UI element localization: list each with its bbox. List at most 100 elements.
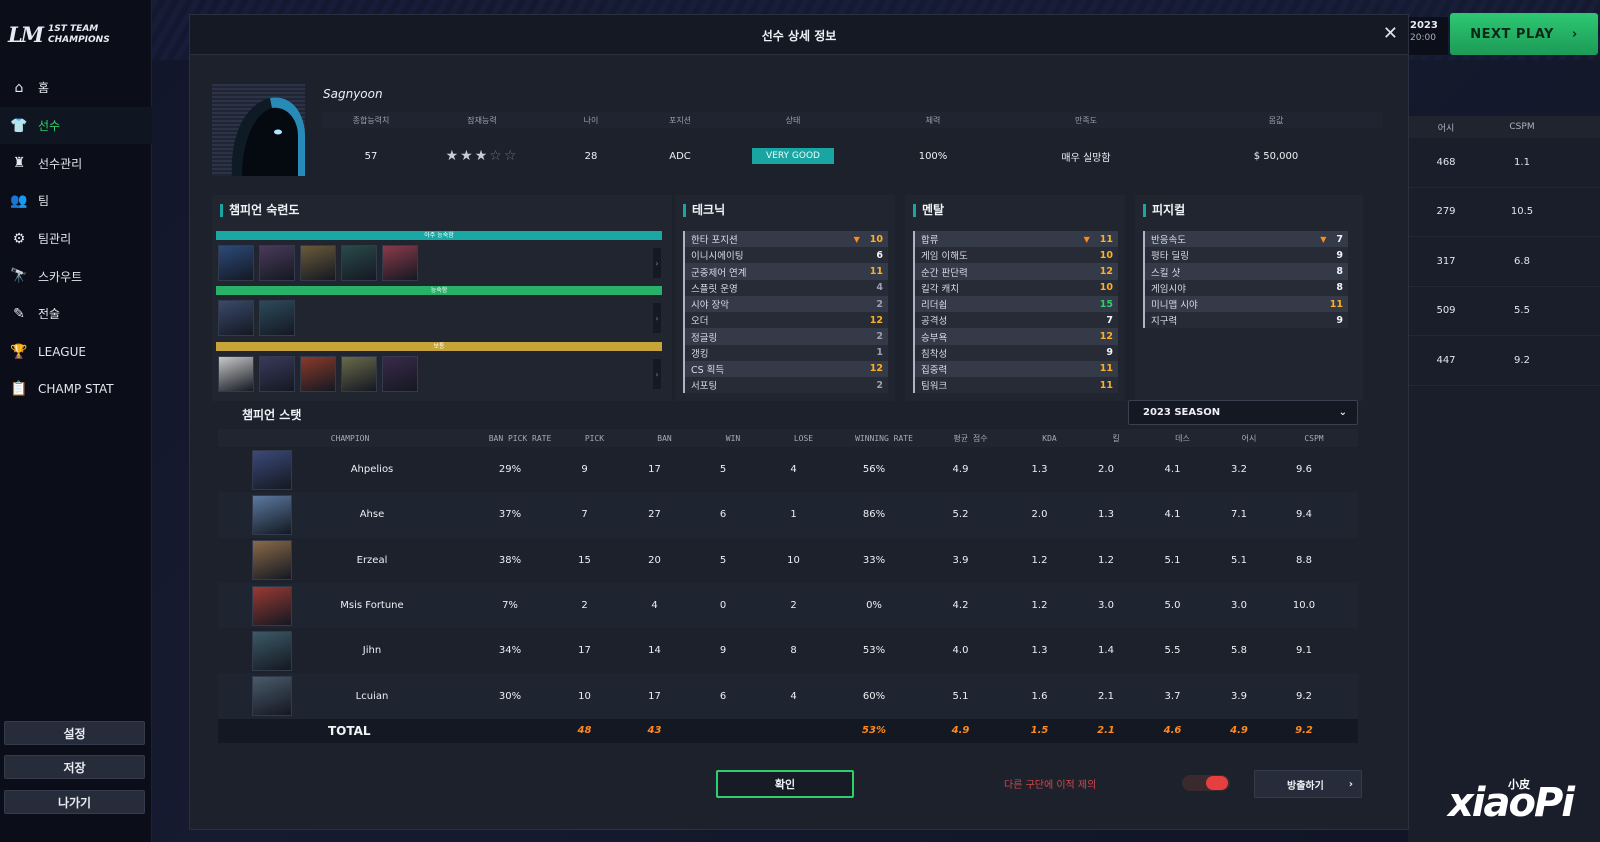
background-row: 509 5.5 [1408,287,1600,336]
release-button[interactable]: 방출하기 › [1254,770,1362,798]
champion-thumbnail[interactable] [300,356,336,392]
attribute-value-cell: 12 [870,315,883,326]
chevron-right-icon[interactable]: › [653,359,661,389]
champion-thumbnail[interactable] [218,245,254,281]
stat-kill: 3.0 [1098,600,1114,612]
mastery-title: 챔피언 숙련도 [220,204,299,217]
table-row[interactable]: Ahse 37% 7 27 6 1 86% 5.2 2.0 1.3 4.1 7.1 9.4 [218,492,1358,538]
confirm-button[interactable]: 확인 [716,770,854,798]
star-icon: ★ [460,148,475,164]
toggle-knob [1206,776,1228,790]
attribute-value-cell: 1 [876,347,883,358]
star-icon: ☆ [489,148,504,164]
sidebar-item-5[interactable]: 🔭 스카우트 [0,257,152,295]
sidebar-item-label: 팀관리 [38,232,72,247]
stat-lose: 4 [790,464,797,476]
stat-win: 5 [719,464,727,476]
stat-avg_score: 4.2 [952,600,969,612]
status-badge: VERY GOOD [752,148,834,164]
next-play-button[interactable]: NEXT PLAY › [1450,13,1598,55]
stat-kill: 2.1 [1098,690,1114,702]
season-selected-value: 2023 SEASON [1143,407,1221,418]
column-header: PICK [584,433,605,443]
sidebar-item-4[interactable]: ⚙ 팀관리 [0,220,152,258]
chevron-right-icon[interactable]: › [653,248,661,278]
potential-stars: ★ ★ ★ ☆ ☆ [419,144,545,168]
champion-thumbnail[interactable] [300,245,336,281]
champion-thumbnail[interactable] [341,356,377,392]
table-row[interactable]: Lcuian 30% 10 17 6 4 60% 5.1 1.6 2.1 3.7 3.9 9.2 [218,673,1358,719]
sidebar-item-0[interactable]: ⌂ 홈 [0,69,152,107]
table-row[interactable]: Erzeal 38% 15 20 5 10 33% 3.9 1.2 1.2 5.1 5.1 8.8 [218,537,1358,583]
stat-pick: 17 [578,645,591,657]
total-pick: 48 [577,725,592,737]
table-row[interactable]: Ahpelios 29% 9 17 5 4 56% 4.9 1.3 2.0 4.1 3.2 9.6 [218,447,1358,493]
chevron-right-icon[interactable]: › [653,303,661,333]
table-row[interactable]: Msis Fortune 7% 2 4 0 2 0% 4.2 1.2 3.0 5.0 3.0 10.0 [218,582,1358,629]
attribute-value: 11 [1329,298,1343,310]
attribute-value: 4 [876,282,883,294]
champion-name: Ahse [359,509,385,521]
transfer-offer-label: 다른 구단에 이적 제의 [1004,780,1097,791]
sidebar-item-6[interactable]: ✎ 전술 [0,295,152,333]
sidebar-item-label: 선수관리 [38,156,83,171]
champion-thumbnail[interactable] [218,300,254,336]
attribute-name: 공격성 [921,316,948,328]
attribute-row: 시야 장악 2 [683,295,888,313]
attribute-row: 팀워크 11 [913,377,1118,394]
sidebar-item-label: 선수 [38,119,61,134]
stat-kill: 2.0 [1098,464,1114,476]
stats-total-row: TOTAL 48 43 53% 4.9 1.5 2.1 4.6 4.9 9.2 [218,718,1358,743]
table-row[interactable]: Jihn 34% 17 14 9 8 53% 4.0 1.3 1.4 5.5 5.8 9.1 [218,628,1358,674]
attribute-name: 한타 포지션 [691,235,738,247]
attribute-row: 갱킹 1 [683,344,888,361]
attribute-row: 평타 딜링 9 [1143,247,1348,264]
attribute-name: 게임시야 [1151,283,1186,295]
chevron-down-icon: ⌄ [1338,407,1347,418]
sidebar-item-7[interactable]: 🏆 LEAGUE [0,333,152,371]
stat-cspm: 10.0 [1292,600,1316,612]
trend-down-icon: ▼ [853,234,860,244]
save-button[interactable]: 저장 [4,755,145,779]
season-select[interactable]: 2023 SEASON ⌄ [1128,400,1358,425]
attribute-row: CS 획득 12 [683,360,888,378]
champion-thumbnail[interactable] [382,245,418,281]
total-assist: 4.9 [1230,725,1248,737]
exit-button[interactable]: 나가기 [4,790,145,814]
stat-lose: 1 [790,509,797,521]
attribute-value: 9 [1106,347,1113,359]
sidebar: LM 1ST TEAM CHAMPIONS ⌂ 홈 👕 선수 ♜ 선수관리 👥 팀 ⚙ 팀관리 🔭 스… [0,0,152,842]
stat-avg_score: 5.2 [952,509,969,521]
sidebar-item-1[interactable]: 👕 선수 [0,106,152,145]
champion-thumbnail[interactable] [259,356,295,392]
column-header: WIN [725,433,741,443]
attribute-value-cell: 9 [1336,315,1343,326]
champion-thumbnail[interactable] [341,245,377,281]
champion-thumbnail[interactable] [218,356,254,392]
attribute-row: 게임시야 8 [1143,279,1348,296]
champion-thumbnail[interactable] [259,300,295,336]
close-icon[interactable]: ✕ [1383,23,1398,44]
stat-win: 6 [719,690,727,702]
stat-win: 5 [719,554,727,566]
attribute-row: 반응속도 ▼ 7 [1143,231,1348,248]
attribute-value: 11 [869,266,883,278]
attribute-value-cell: 11 [870,266,883,277]
stat-death: 5.1 [1164,554,1181,566]
transfer-offer-toggle[interactable] [1182,775,1230,791]
settings-button[interactable]: 설정 [4,721,145,745]
column-header: 평균 점수 [953,433,988,443]
attribute-row: 스플릿 운영 4 [683,279,888,296]
champion-thumbnail[interactable] [382,356,418,392]
column-header: 데스 [1175,433,1190,443]
position-value: ADC [669,150,691,162]
star-icon: ☆ [503,148,519,164]
champion-thumbnail[interactable] [259,245,295,281]
sidebar-item-8[interactable]: 📋 CHAMP STAT [0,371,152,409]
sidebar-item-3[interactable]: 👥 팀 [0,182,152,220]
sidebar-item-label: 전술 [38,307,61,322]
attribute-value-cell: 10 [1100,282,1113,293]
attribute-value: 12 [869,363,883,375]
sidebar-item-2[interactable]: ♜ 선수관리 [0,144,152,182]
stat-death: 4.1 [1164,464,1181,476]
